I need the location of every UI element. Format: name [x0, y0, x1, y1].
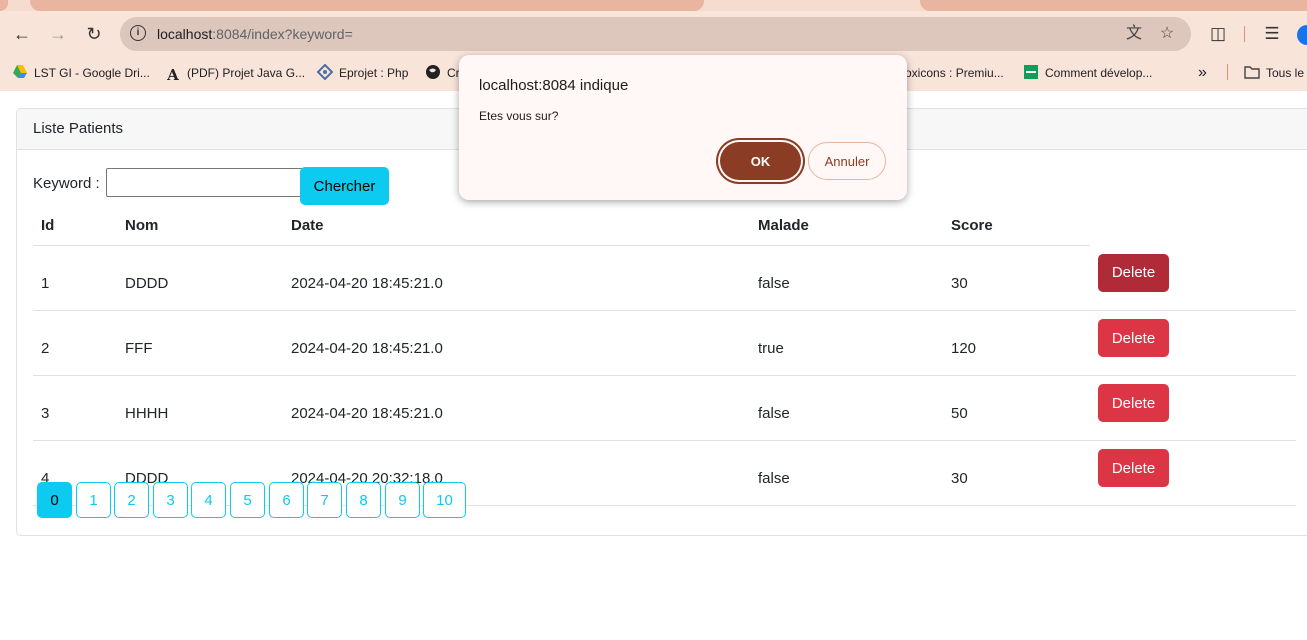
page-button-3[interactable]: 3 — [153, 482, 188, 518]
keyword-input[interactable] — [106, 168, 303, 197]
cell-date: 2024-04-20 18:45:21.0 — [283, 375, 750, 441]
translate-icon[interactable]: 文 — [1124, 24, 1144, 44]
search-button[interactable]: Chercher — [300, 167, 389, 205]
table-row: 3 HHHH 2024-04-20 18:45:21.0 false 50 De… — [33, 375, 1296, 441]
page-button-10[interactable]: 10 — [423, 482, 466, 518]
cell-id: 3 — [33, 375, 117, 441]
extensions-icon[interactable]: ◫ — [1207, 23, 1229, 45]
page-button-9[interactable]: 9 — [385, 482, 420, 518]
cell-date: 2024-04-20 18:45:21.0 — [283, 310, 750, 376]
page-button-8[interactable]: 8 — [346, 482, 381, 518]
address-bar[interactable]: i localhost:8084/index?keyword= 文 ☆ — [120, 17, 1191, 51]
globe-icon — [425, 64, 441, 80]
bookmarks-separator — [1227, 64, 1228, 80]
reload-icon[interactable]: ↻ — [83, 23, 105, 45]
column-header-id: Id — [33, 205, 117, 246]
cell-id: 2 — [33, 310, 117, 376]
tab-next[interactable] — [920, 0, 1307, 11]
reading-list-icon[interactable]: ☰ — [1261, 23, 1283, 45]
bookmark-item[interactable]: Cr — [425, 63, 460, 83]
page-button-2[interactable]: 2 — [114, 482, 149, 518]
bookmark-folder[interactable]: Tous le — [1244, 63, 1304, 83]
bookmark-item[interactable]: LST GI - Google Dri... — [12, 63, 150, 83]
confirm-dialog: localhost:8084 indique Etes vous sur? OK… — [459, 55, 907, 200]
column-header-nom: Nom — [117, 205, 283, 246]
green-doc-icon — [1023, 64, 1039, 80]
star-bookmark-icon[interactable]: ☆ — [1157, 24, 1177, 44]
page-button-0[interactable]: 0 — [37, 482, 72, 518]
cell-action: Delete — [1090, 245, 1296, 311]
address-url[interactable]: localhost:8084/index?keyword= — [157, 26, 353, 42]
bookmark-item[interactable]: Eprojet : Php — [316, 63, 408, 83]
page-button-1[interactable]: 1 — [76, 482, 111, 518]
bookmark-item[interactable]: Comment dévelop... — [1023, 63, 1152, 83]
page-button-7[interactable]: 7 — [307, 482, 342, 518]
table-header-row: Id Nom Date Malade Score — [33, 205, 1296, 246]
patients-table: Id Nom Date Malade Score 1 DDDD 2024-04-… — [33, 205, 1296, 506]
cell-malade: false — [750, 440, 943, 506]
tab-previous[interactable] — [0, 0, 8, 11]
cell-date: 2024-04-20 18:45:21.0 — [283, 245, 750, 311]
more-bookmarks-icon[interactable]: » — [1198, 63, 1207, 83]
page-button-6[interactable]: 6 — [269, 482, 304, 518]
bookmark-item[interactable]: oxicons : Premiu... — [905, 63, 1004, 83]
column-header-date: Date — [283, 205, 750, 246]
cell-score: 120 — [943, 310, 1090, 376]
toolbar-separator — [1244, 26, 1245, 42]
back-arrow-icon[interactable]: ← — [11, 23, 33, 45]
cell-id: 1 — [33, 245, 117, 311]
site-info-icon[interactable]: i — [130, 25, 146, 41]
browser-toolbar: ← → ↻ i localhost:8084/index?keyword= 文 … — [0, 11, 1307, 57]
cell-action: Delete — [1090, 375, 1296, 441]
forward-arrow-icon[interactable]: → — [47, 23, 69, 45]
delete-button[interactable]: Delete — [1098, 384, 1169, 422]
cell-score: 30 — [943, 440, 1090, 506]
cell-malade: false — [750, 245, 943, 311]
cell-action: Delete — [1090, 310, 1296, 376]
diamond-icon — [316, 63, 334, 81]
page-button-5[interactable]: 5 — [230, 482, 265, 518]
cell-action: Delete — [1090, 440, 1296, 506]
profile-avatar[interactable] — [1297, 25, 1307, 45]
cell-malade: true — [750, 310, 943, 376]
dialog-message: Etes vous sur? — [479, 109, 559, 123]
column-header-action — [1090, 205, 1296, 246]
ok-button[interactable]: OK — [720, 142, 801, 180]
delete-button[interactable]: Delete — [1098, 449, 1169, 487]
delete-button[interactable]: Delete — [1098, 319, 1169, 357]
tab-strip — [0, 0, 1307, 11]
cell-score: 30 — [943, 245, 1090, 311]
delete-button[interactable]: Delete — [1098, 253, 1169, 292]
page-button-4[interactable]: 4 — [191, 482, 226, 518]
academia-icon: A — [167, 66, 179, 84]
cell-nom: DDDD — [117, 245, 283, 311]
tab-active[interactable] — [30, 0, 704, 11]
cell-score: 50 — [943, 375, 1090, 441]
cell-nom: HHHH — [117, 375, 283, 441]
keyword-label: Keyword : — [33, 175, 100, 192]
column-header-malade: Malade — [750, 205, 943, 246]
dialog-title: localhost:8084 indique — [479, 77, 629, 94]
cell-nom: FFF — [117, 310, 283, 376]
column-header-score: Score — [943, 205, 1090, 246]
folder-icon — [1244, 64, 1260, 80]
table-row: 2 FFF 2024-04-20 18:45:21.0 true 120 Del… — [33, 310, 1296, 376]
bookmark-item[interactable]: A (PDF) Projet Java G... — [165, 63, 305, 83]
table-row: 1 DDDD 2024-04-20 18:45:21.0 false 30 De… — [33, 245, 1296, 311]
cancel-button[interactable]: Annuler — [808, 142, 886, 180]
cell-malade: false — [750, 375, 943, 441]
google-drive-icon — [12, 64, 28, 80]
